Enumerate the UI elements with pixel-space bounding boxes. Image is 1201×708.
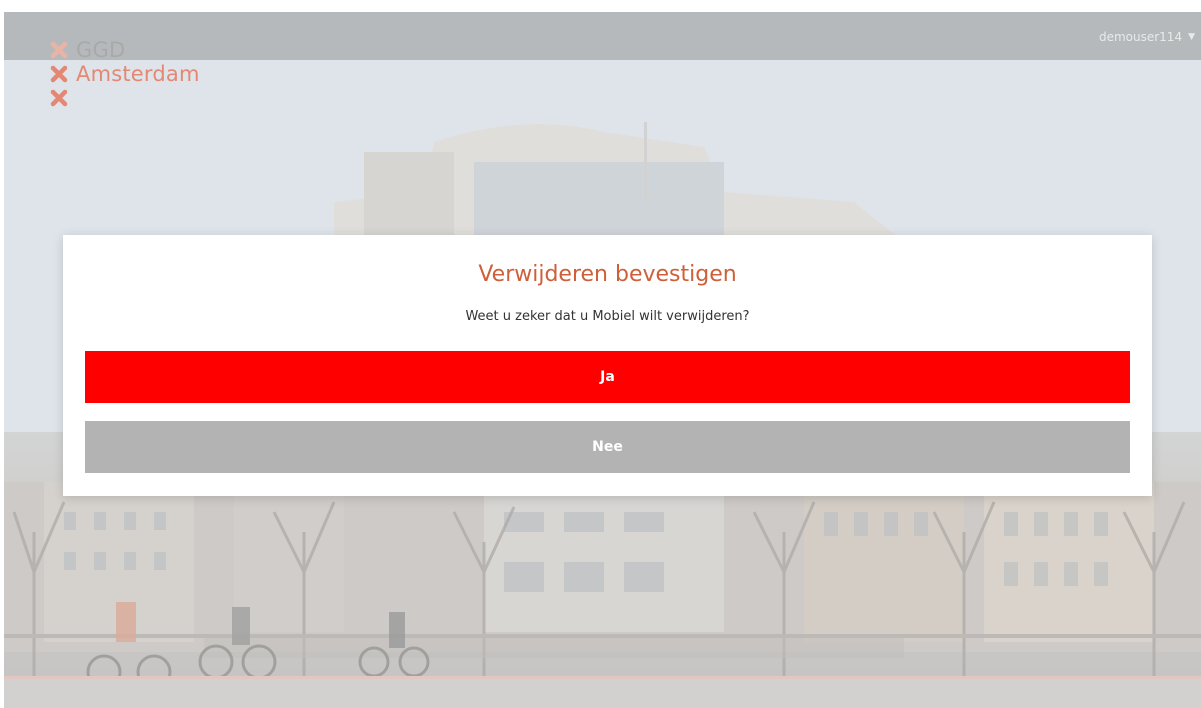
username-label[interactable]: demouser114 bbox=[1099, 30, 1182, 44]
dialog-title: Verwijderen bevestigen bbox=[478, 262, 737, 287]
cancel-no-button[interactable]: Nee bbox=[85, 421, 1130, 473]
cross-icon bbox=[50, 65, 68, 83]
cross-icon bbox=[50, 89, 68, 107]
logo-line-1: GGD bbox=[76, 38, 126, 62]
app-viewport: demouser114 ▼ GGD Amsterdam Verwijderen … bbox=[4, 12, 1201, 708]
confirm-yes-button[interactable]: Ja bbox=[85, 351, 1130, 403]
user-menu[interactable]: demouser114 ▼ bbox=[1099, 30, 1195, 44]
logo-line-2: Amsterdam bbox=[76, 62, 200, 86]
chevron-down-icon[interactable]: ▼ bbox=[1188, 32, 1195, 42]
cross-icon bbox=[50, 41, 68, 59]
ggd-amsterdam-logo[interactable]: GGD Amsterdam bbox=[50, 38, 200, 110]
dialog-message: Weet u zeker dat u Mobiel wilt verwijder… bbox=[465, 309, 750, 324]
confirm-delete-dialog: Verwijderen bevestigen Weet u zeker dat … bbox=[63, 235, 1152, 496]
